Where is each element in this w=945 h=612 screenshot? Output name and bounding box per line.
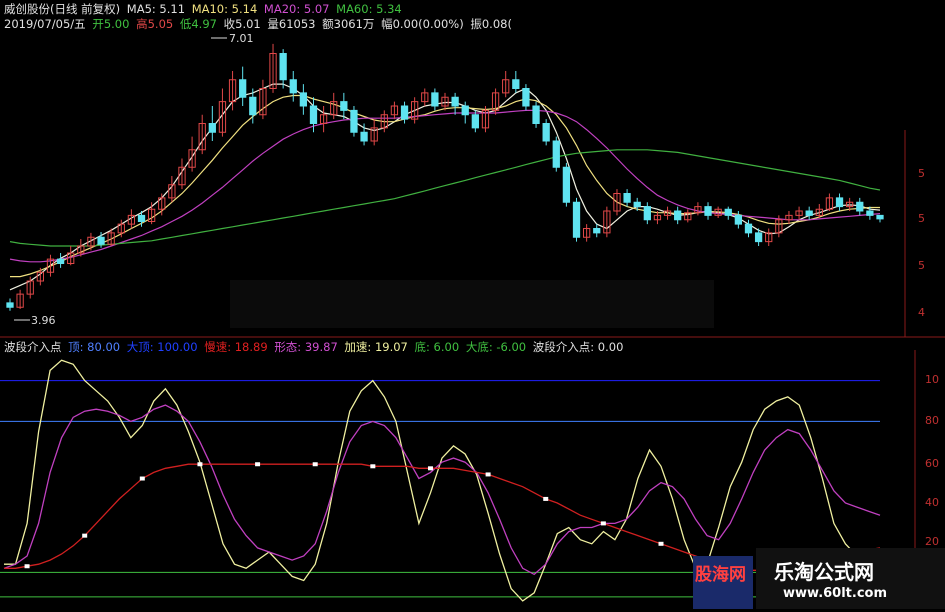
entry-value: 波段介入点: 0.00 [532,340,624,354]
candle-down [674,210,682,221]
indicator-tick: 20 [925,535,939,548]
candle-down [724,208,732,216]
ma5-value: MA5: 5.11 [126,2,186,16]
candle-down [299,92,308,107]
low-value: 低4.97 [179,17,217,31]
slow-line-marker [82,533,88,538]
slow-line-marker [485,472,491,477]
watermark-left: 股海网 [695,565,746,585]
candle-down [542,123,550,142]
watermark-url: www.60lt.com [783,586,888,601]
candle-down [360,131,368,142]
slow-line-marker [658,541,664,546]
candle-down [340,101,348,111]
candle-down [431,92,439,107]
candle-down [866,210,874,216]
candle-down [552,140,560,168]
stock-title: 威创股份(日线 前复权) [4,2,121,16]
date-label: 2019/07/05/五 [4,17,86,31]
candle-down [461,105,469,116]
candle-down [876,214,884,220]
indicator-header: 波段介入点 顶: 80.00 大顶: 100.00 慢速: 18.89 形态: … [4,339,626,355]
slow-line-marker [312,462,318,467]
candle-down [643,206,651,221]
indicator-tick: 60 [925,457,939,470]
candle-down [309,105,318,124]
price-header-row2: 2019/07/05/五 开5.00 高5.05 低4.97 收5.01 量61… [4,16,515,32]
indicator-name: 波段介入点 [4,340,62,354]
candle-down [279,53,287,81]
ma60-value: MA60: 5.34 [336,2,402,16]
candle-down [451,96,459,107]
big-bottom-value: 大底: -6.00 [465,340,527,354]
ma20-value: MA20: 5.07 [263,2,330,16]
candle-down [593,228,601,234]
candle-down [400,105,409,120]
slow-line-marker [370,464,376,469]
candle-down [704,206,712,216]
candle-down [532,105,540,124]
candle-down [97,236,105,245]
slow-line-marker [255,462,261,467]
close-value: 收5.01 [223,17,261,31]
indicator-tick: 10 [925,373,939,386]
candle-down [572,201,581,238]
volume-value: 量61053 [267,17,316,31]
candle-down [471,114,479,129]
slow-line-marker [600,521,606,526]
candle-down [633,201,641,208]
price-tick: 5 [918,259,925,272]
blank-overlay [230,280,714,328]
shape-value: 形态: 39.87 [274,340,338,354]
candle-down [734,214,743,225]
low-price-label: 3.96 [31,314,56,327]
candle-down [754,232,763,243]
candle-down [805,210,813,216]
candle-down [835,197,844,208]
slow-line-marker [139,476,145,481]
price-header-row1: 威创股份(日线 前复权) MA5: 5.11 MA10: 5.14 MA20: … [4,1,405,17]
candle-down [562,166,571,203]
candle-down [208,123,216,133]
change-value: 幅0.00(0.00%) [381,17,464,31]
candle-down [239,79,247,98]
high-value: 高5.05 [136,17,174,31]
indicator-tick: 80 [925,414,939,427]
candle-down [744,223,753,234]
slow-line-marker [24,564,30,569]
chart-stage: 7.01 3.96 5 5 5 4 10 80 60 40 20 威创股份(日线… [0,0,945,609]
candle-down [289,79,297,94]
high-price-label: 7.01 [229,32,254,45]
amplitude-value: 振0.08( [470,17,512,31]
candle-down [350,109,358,133]
price-tick: 5 [918,167,925,180]
slow-line-marker [197,462,203,467]
slow-line-marker [427,466,433,471]
candle-down [522,88,530,107]
candle-down [137,214,146,222]
big-top-value: 大顶: 100.00 [126,340,198,354]
open-value: 开5.00 [92,17,130,31]
candle-down [6,302,14,308]
amount-value: 额3061万 [322,17,375,31]
indicator-tick: 40 [925,496,939,509]
price-tick: 4 [918,306,925,319]
fast-value: 加速: 19.07 [344,340,408,354]
watermark-title: 乐淘公式网 [774,560,874,584]
chart-canvas: 7.01 3.96 5 5 5 4 10 80 60 40 20 [0,0,945,609]
candle-down [56,258,65,264]
candle-down [856,201,864,212]
candle-down [249,96,257,116]
bottom-value: 底: 6.00 [414,340,460,354]
ma10-value: MA10: 5.14 [191,2,258,16]
candle-down [623,193,631,203]
price-tick: 5 [918,212,925,225]
slow-line-marker [543,496,549,501]
top-value: 顶: 80.00 [68,340,121,354]
candle-down [512,79,520,89]
slow-value: 慢速: 18.89 [204,340,268,354]
